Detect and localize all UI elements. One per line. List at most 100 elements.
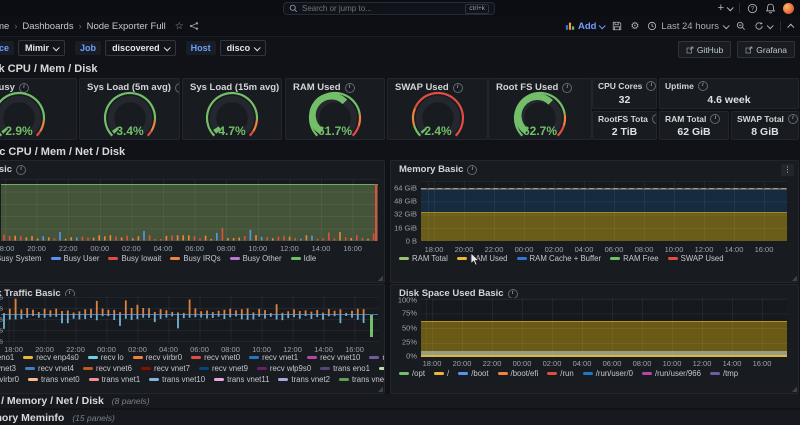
x-axis-tick: 16:00 xyxy=(755,245,774,254)
legend-item[interactable]: trans vnet3 xyxy=(339,375,385,384)
legend-item[interactable]: Busy Iowait xyxy=(108,254,161,263)
legend-item[interactable]: recv wlp9s0 xyxy=(257,364,311,373)
add-panel-button[interactable]: Add xyxy=(565,21,604,32)
legend-swatch xyxy=(399,372,409,375)
settings-gear-icon[interactable]: ⚙ xyxy=(630,21,639,32)
legend-item[interactable]: Busy System xyxy=(0,254,42,263)
favorite-star-icon[interactable]: ☆ xyxy=(175,21,184,32)
github-link-button[interactable]: GitHub xyxy=(678,41,731,58)
user-avatar[interactable] xyxy=(783,3,794,14)
legend-item[interactable]: recv vnet10 xyxy=(307,353,360,362)
zoom-out-icon[interactable] xyxy=(736,21,746,31)
legend-item[interactable]: /boot/efi xyxy=(498,369,539,378)
info-icon[interactable]: i xyxy=(646,81,656,91)
panel-title[interactable]: RootFS Tota xyxy=(598,114,648,124)
legend-swatch xyxy=(399,257,409,260)
breadcrumb-home[interactable]: Home xyxy=(0,21,9,32)
variable-select-datasource[interactable]: Mimir xyxy=(18,40,65,56)
disk-space-chart[interactable] xyxy=(421,298,787,357)
legend-item[interactable]: trans vnet0 xyxy=(28,375,80,384)
legend-item[interactable]: recv eno1 xyxy=(0,353,14,362)
legend-label: Busy Iowait xyxy=(121,254,161,263)
row-title-basic[interactable]: Basic CPU / Mem / Net / Disk xyxy=(0,146,125,158)
info-icon[interactable]: i xyxy=(652,114,657,124)
info-icon[interactable]: i xyxy=(788,114,798,124)
legend-item[interactable]: /run xyxy=(547,369,573,378)
info-icon[interactable]: i xyxy=(508,289,518,299)
cpu-basic-chart[interactable] xyxy=(1,179,378,241)
ram-used-area xyxy=(421,212,787,241)
legend-item[interactable]: recv vnet9 xyxy=(199,364,248,373)
grafana-link-button[interactable]: Grafana xyxy=(737,41,795,58)
legend-item[interactable]: Busy Other xyxy=(230,254,282,263)
legend-item[interactable]: trans vnet10 xyxy=(149,375,205,384)
legend-item[interactable]: recv vnet7 xyxy=(141,364,190,373)
legend-item[interactable]: recv vnet3 xyxy=(0,364,16,373)
legend-item[interactable]: recv vnet4 xyxy=(25,364,74,373)
legend-item[interactable]: RAM Total xyxy=(399,254,448,263)
legend-item[interactable]: trans enp4s0 xyxy=(379,364,385,373)
panel-title[interactable]: Uptime xyxy=(665,81,694,91)
legend-item[interactable]: trans vnet11 xyxy=(214,375,269,384)
network-traffic-chart[interactable] xyxy=(1,296,378,343)
legend-item[interactable]: recv vnet6 xyxy=(83,364,132,373)
share-icon[interactable] xyxy=(189,21,199,31)
legend-item[interactable]: /run/user/966 xyxy=(642,369,701,378)
legend-item[interactable]: RAM Free xyxy=(610,254,659,263)
resize-handle[interactable] xyxy=(377,275,383,281)
info-icon[interactable]: i xyxy=(467,165,477,175)
legend-item[interactable]: trans vnet1 xyxy=(89,375,141,384)
collapsed-row-cpu-memory-net-disk[interactable]: CPU / Memory / Net / Disk (8 panels) xyxy=(0,394,800,408)
legend-item[interactable]: RAM Used xyxy=(457,254,508,263)
legend-item[interactable]: Busy IRQs xyxy=(170,254,220,263)
resize-handle[interactable] xyxy=(377,386,383,392)
collapsed-row-memory-meminfo[interactable]: Memory Meminfo (15 panels) xyxy=(0,410,800,425)
legend-item[interactable]: recv lo xyxy=(88,353,124,362)
breadcrumb-dashboards[interactable]: Dashboards xyxy=(22,21,73,32)
help-icon[interactable]: ? xyxy=(747,3,758,14)
resize-handle[interactable] xyxy=(791,275,797,281)
panel-title[interactable]: SWAP Total xyxy=(737,114,784,124)
search-box[interactable]: ctrl+k xyxy=(283,2,495,15)
info-icon[interactable]: i xyxy=(16,165,26,175)
legend-label: recv eno1 xyxy=(0,353,14,362)
legend-item[interactable]: Busy User xyxy=(51,254,100,263)
legend-item[interactable]: recv vnet11 xyxy=(369,353,385,362)
legend-item[interactable]: /run/user/0 xyxy=(583,369,633,378)
new-menu-button[interactable]: + xyxy=(718,2,732,14)
legend-item[interactable]: / xyxy=(434,369,449,378)
legend-item[interactable]: recv virbr0 xyxy=(133,353,182,362)
panel-title[interactable]: CPU Cores xyxy=(598,81,642,91)
legend-item[interactable]: /tmp xyxy=(710,369,738,378)
legend-item[interactable]: recv enp4s0 xyxy=(23,353,78,362)
save-icon[interactable] xyxy=(612,21,622,31)
legend-item[interactable]: Idle xyxy=(291,254,317,263)
legend-item[interactable]: /opt xyxy=(399,369,425,378)
legend-item[interactable]: recv vnet1 xyxy=(249,353,298,362)
panel-menu-icon[interactable]: ⋮ xyxy=(781,164,794,176)
memory-basic-chart[interactable] xyxy=(421,181,787,241)
info-icon[interactable]: i xyxy=(710,114,720,124)
time-range-picker[interactable]: Last 24 hours xyxy=(647,21,728,32)
legend-item[interactable]: /boot xyxy=(458,369,488,378)
legend-swatch xyxy=(320,367,330,370)
alerts-bell-icon[interactable] xyxy=(765,3,776,14)
chevron-up-icon[interactable] xyxy=(787,23,794,30)
legend-item[interactable]: trans vnet2 xyxy=(278,375,330,384)
variable-select-host[interactable]: disco xyxy=(220,40,267,56)
panel-title[interactable]: Memory Basic xyxy=(399,164,463,175)
legend-item[interactable]: RAM Cache + Buffer xyxy=(517,254,602,263)
panel-title[interactable]: RAM Total xyxy=(665,114,706,124)
info-icon[interactable]: i xyxy=(698,81,708,91)
resize-handle[interactable] xyxy=(791,386,797,392)
gauge-panel-cpu-busy: CPU Busyi 2.9% xyxy=(0,78,77,140)
legend-item[interactable]: trans eno1 xyxy=(320,364,370,373)
refresh-button[interactable] xyxy=(754,21,772,31)
panel-title[interactable]: CPU Basic xyxy=(0,164,12,175)
row-title-quick[interactable]: Quick CPU / Mem / Disk xyxy=(0,63,97,75)
search-input[interactable] xyxy=(302,4,461,13)
legend-item[interactable]: recv vnet0 xyxy=(191,353,240,362)
legend-item[interactable]: SWAP Used xyxy=(668,254,724,263)
legend-item[interactable]: trans virbr0 xyxy=(0,375,19,384)
variable-select-job[interactable]: discovered xyxy=(105,40,176,56)
